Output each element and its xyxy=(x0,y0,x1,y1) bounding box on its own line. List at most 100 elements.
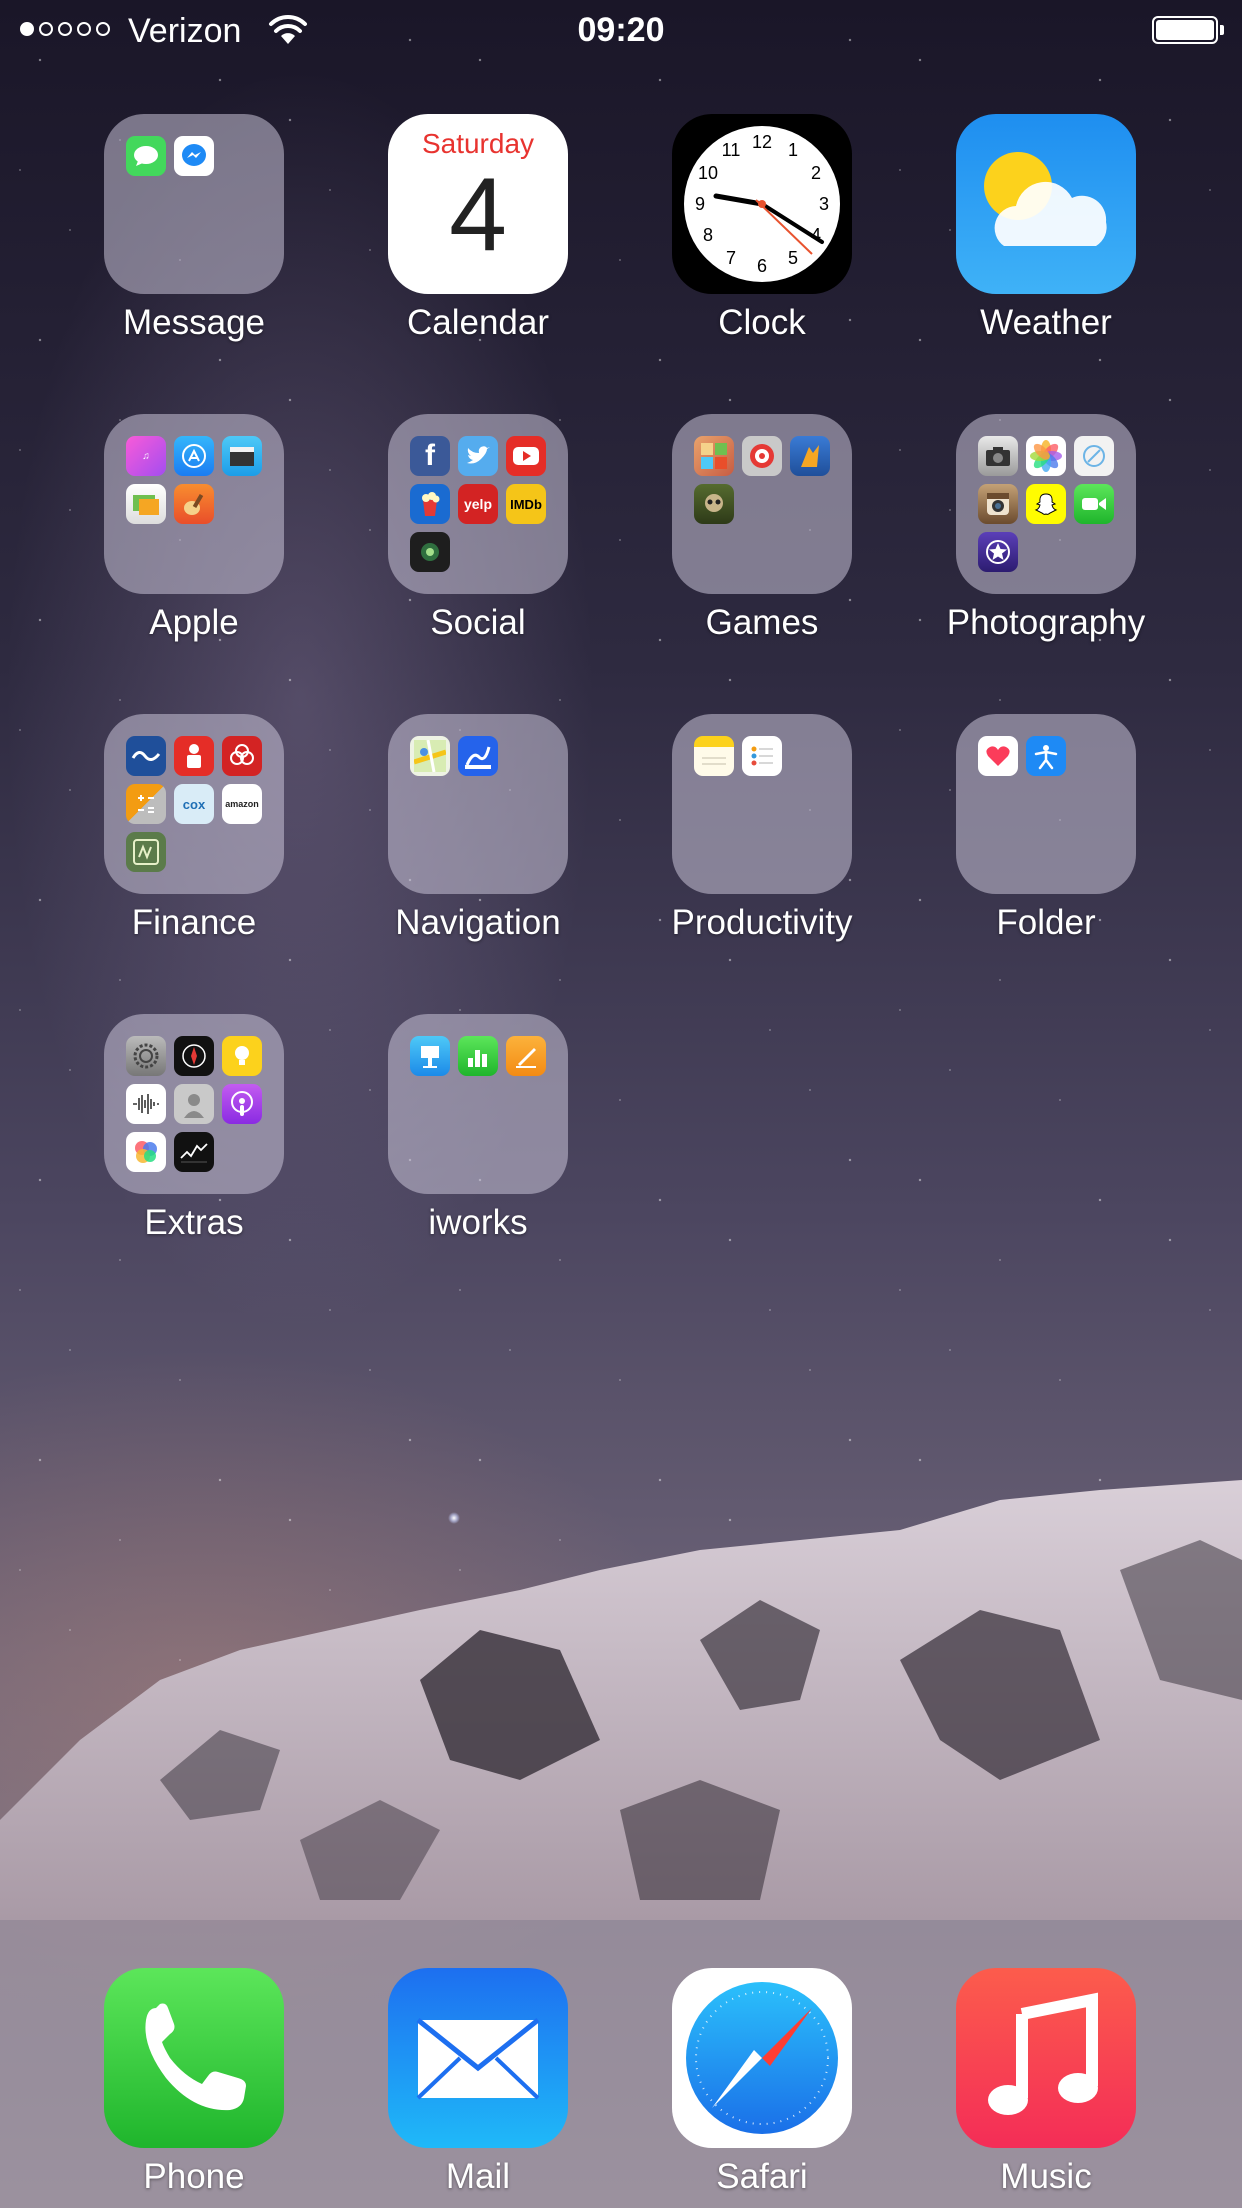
music-note-icon xyxy=(956,1968,1136,2148)
wallpaper-mountain xyxy=(0,1480,1242,1920)
app-label: iworks xyxy=(428,1203,528,1242)
clock-numeral: 7 xyxy=(726,248,736,268)
app-label: Finance xyxy=(131,903,257,942)
folder-icon xyxy=(388,1014,568,1194)
lunch-money-icon xyxy=(126,832,166,872)
dock-app-phone[interactable]: Phone xyxy=(74,1968,314,2200)
folder-icon xyxy=(956,414,1136,594)
game-puzzle-icon xyxy=(694,436,734,476)
app-label: Message xyxy=(122,303,266,342)
health-icon xyxy=(978,736,1018,776)
photo-editor-icon xyxy=(1074,436,1114,476)
folder-finance[interactable]: cox amazon Finance xyxy=(74,714,314,946)
instagram-icon xyxy=(978,484,1018,524)
safari-compass-icon xyxy=(672,1968,852,2148)
keynote-icon xyxy=(410,1036,450,1076)
camera-icon xyxy=(978,436,1018,476)
tips-icon xyxy=(222,1036,262,1076)
contacts-icon xyxy=(174,1084,214,1124)
pages-icon xyxy=(506,1036,546,1076)
youtube-icon xyxy=(506,436,546,476)
itunes-icon: ♫ xyxy=(126,436,166,476)
app-label: Weather xyxy=(980,303,1112,342)
dock: Phone Mail Safari Music xyxy=(0,1920,1242,2208)
twitter-icon xyxy=(458,436,498,476)
dock-app-safari[interactable]: Safari xyxy=(642,1968,882,2200)
imovie-icon xyxy=(222,436,262,476)
bank-wave-icon xyxy=(126,736,166,776)
dock-app-music[interactable]: Music xyxy=(926,1968,1166,2200)
clock-numeral: 10 xyxy=(698,163,718,183)
folder-social[interactable]: f yelp IMDb Social xyxy=(358,414,598,646)
fitness-icon xyxy=(1026,736,1066,776)
phone-icon xyxy=(104,1968,284,2148)
app-label: Clock xyxy=(718,303,806,342)
calendar-day-number: 4 xyxy=(449,157,507,273)
folder-photography[interactable]: Photography xyxy=(926,414,1166,646)
stocks-icon xyxy=(174,1132,214,1172)
clock-numeral: 2 xyxy=(811,163,821,183)
app-label: Folder xyxy=(996,903,1096,942)
app-label: Photography xyxy=(946,603,1146,642)
clock-icon: 12 1 2 3 4 5 6 7 8 9 10 11 xyxy=(672,114,852,294)
dock-app-mail[interactable]: Mail xyxy=(358,1968,598,2200)
voice-memos-icon xyxy=(126,1084,166,1124)
notes-icon xyxy=(694,736,734,776)
app-clock[interactable]: 12 1 2 3 4 5 6 7 8 9 10 11 Clock xyxy=(642,114,882,346)
messages-icon xyxy=(126,136,166,176)
imdb-icon: IMDb xyxy=(506,484,546,524)
app-store-icon xyxy=(174,436,214,476)
folder-folder[interactable]: Folder xyxy=(926,714,1166,946)
app-label: Extras xyxy=(144,1203,244,1242)
imovie-star-icon xyxy=(978,532,1018,572)
calendar-icon: Saturday 4 xyxy=(388,114,568,294)
folder-navigation[interactable]: Navigation xyxy=(358,714,598,946)
folder-iworks[interactable]: iworks xyxy=(358,1014,598,1246)
clock-numeral: 11 xyxy=(722,140,741,160)
folder-icon: ♫ xyxy=(104,414,284,594)
folder-apple[interactable]: ♫ Apple xyxy=(74,414,314,646)
app-label: Calendar xyxy=(406,303,550,342)
reminders-icon xyxy=(742,736,782,776)
app-label: Games xyxy=(705,603,819,642)
app-label: Apple xyxy=(149,603,239,642)
folder-games[interactable]: Games xyxy=(642,414,882,646)
app-label: Productivity xyxy=(671,903,853,942)
game-center-icon xyxy=(126,1132,166,1172)
app-label: Social xyxy=(430,603,526,642)
vine-style-icon xyxy=(410,532,450,572)
folder-icon xyxy=(672,414,852,594)
clock-numeral: 3 xyxy=(819,194,829,214)
podcasts-icon xyxy=(222,1084,262,1124)
app-weather[interactable]: Weather xyxy=(926,114,1166,346)
clock-numeral: 6 xyxy=(757,256,767,276)
app-label: Phone xyxy=(143,2157,245,2196)
folder-productivity[interactable]: Productivity xyxy=(642,714,882,946)
facebook-icon: f xyxy=(410,436,450,476)
mail-icon xyxy=(388,1968,568,2148)
settings-icon xyxy=(126,1036,166,1076)
game-character-icon xyxy=(694,484,734,524)
folder-extras[interactable]: Extras xyxy=(74,1014,314,1246)
clock-numeral: 12 xyxy=(752,132,772,152)
folder-icon xyxy=(104,1014,284,1194)
game-action-icon xyxy=(790,436,830,476)
folder-icon xyxy=(956,714,1136,894)
facetime-icon xyxy=(1074,484,1114,524)
app-calendar[interactable]: Saturday 4 Calendar xyxy=(358,114,598,346)
weather-icon xyxy=(956,114,1136,294)
calendar-weekday: Saturday xyxy=(421,128,535,159)
navigation-route-icon xyxy=(458,736,498,776)
popcorn-icon xyxy=(410,484,450,524)
app-label: Navigation xyxy=(395,903,561,942)
messenger-icon xyxy=(174,136,214,176)
game-target-icon xyxy=(742,436,782,476)
folder-message[interactable]: Message xyxy=(74,114,314,346)
folder-icon xyxy=(104,114,284,294)
maps-icon xyxy=(410,736,450,776)
clock-numeral: 8 xyxy=(703,225,713,245)
bank-logo-icon xyxy=(222,736,262,776)
battery-nub xyxy=(1220,25,1224,35)
folder-icon xyxy=(672,714,852,894)
app-label: Safari xyxy=(716,2157,808,2196)
